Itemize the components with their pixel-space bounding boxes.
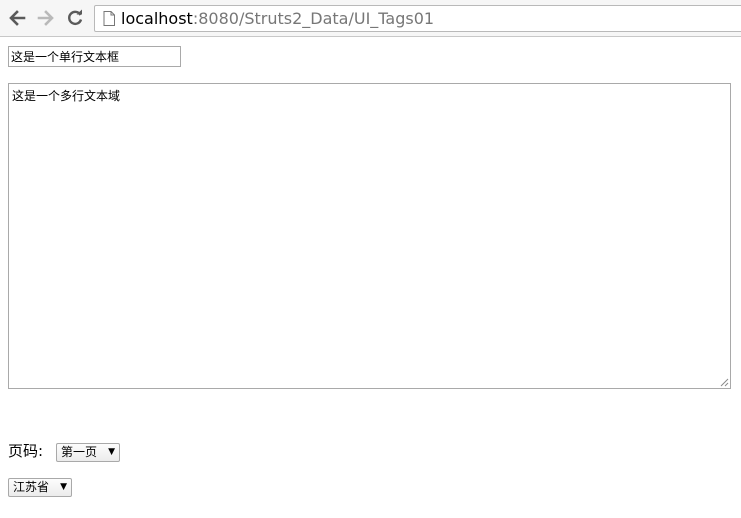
reload-button[interactable] <box>64 7 86 29</box>
back-arrow-icon <box>9 10 26 26</box>
page-number-label: 页码: <box>8 442 44 460</box>
url-path: :8080/Struts2_Data/UI_Tags01 <box>192 9 435 28</box>
resize-grip-icon[interactable] <box>719 377 729 387</box>
province-select[interactable]: 江苏省 ▼ <box>8 478 72 497</box>
chevron-down-icon: ▼ <box>60 482 67 492</box>
forward-arrow-icon <box>37 10 54 26</box>
chevron-down-icon: ▼ <box>108 447 115 457</box>
page-select[interactable]: 第一页 ▼ <box>56 443 120 462</box>
single-line-textfield[interactable] <box>8 46 181 67</box>
back-button[interactable] <box>6 7 28 29</box>
page-select-value: 第一页 <box>61 445 98 459</box>
address-bar[interactable]: localhost:8080/Struts2_Data/UI_Tags01 <box>94 5 741 32</box>
page-icon <box>103 11 115 26</box>
browser-toolbar: localhost:8080/Struts2_Data/UI_Tags01 <box>0 0 741 37</box>
multi-line-textarea[interactable]: 这是一个多行文本域 <box>8 83 731 389</box>
reload-icon <box>68 9 83 26</box>
url-text: localhost:8080/Struts2_Data/UI_Tags01 <box>121 9 434 28</box>
province-select-value: 江苏省 <box>13 480 50 494</box>
forward-button[interactable] <box>35 7 57 29</box>
url-host: localhost <box>121 9 193 28</box>
